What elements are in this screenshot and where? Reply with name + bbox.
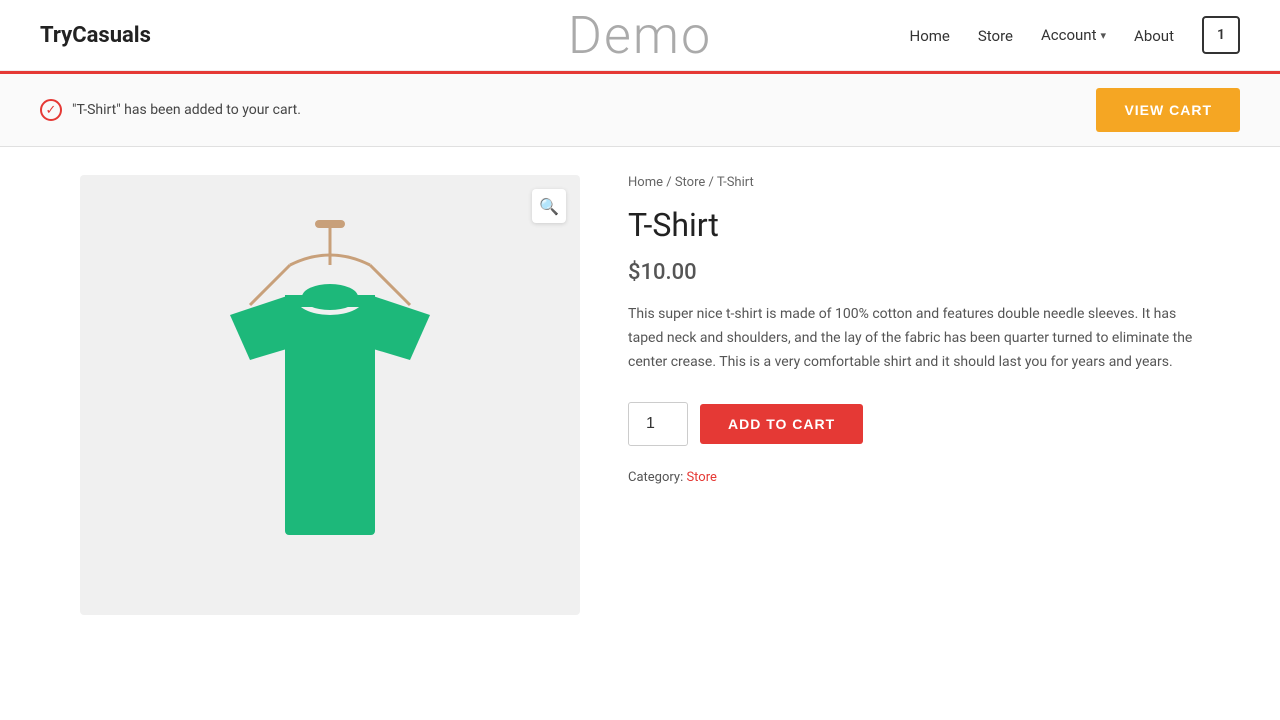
notice-text: "T-Shirt" has been added to your cart. (72, 102, 301, 118)
add-to-cart-row: ADD TO CART (628, 402, 1200, 446)
zoom-icon[interactable]: 🔍 (532, 189, 566, 223)
breadcrumb-home[interactable]: Home (628, 175, 663, 190)
nav-home[interactable]: Home (910, 27, 950, 45)
site-demo-title: Demo (568, 5, 712, 66)
product-details: Home / Store / T-Shirt T-Shirt $10.00 Th… (628, 175, 1200, 615)
product-category: Category: Store (628, 470, 1200, 485)
quantity-input[interactable] (628, 402, 688, 446)
nav-store[interactable]: Store (978, 27, 1013, 45)
main-content: 🔍 Home / Store (40, 155, 1240, 655)
category-label: Category: (628, 470, 683, 485)
nav-about[interactable]: About (1134, 27, 1174, 45)
breadcrumb-sep2: / (708, 175, 716, 190)
breadcrumb-store[interactable]: Store (675, 175, 705, 190)
site-header: TryCasuals Demo Home Store Account ▾ Abo… (0, 0, 1280, 71)
product-title: T-Shirt (628, 206, 1200, 244)
header-right: Home Store Account ▾ About 1 (910, 16, 1241, 54)
check-circle-icon: ✓ (40, 99, 62, 121)
product-image (180, 215, 480, 575)
cart-button[interactable]: 1 (1202, 16, 1240, 54)
product-price: $10.00 (628, 260, 1200, 285)
account-chevron-icon: ▾ (1101, 29, 1107, 42)
category-link[interactable]: Store (686, 470, 716, 485)
main-nav: Home Store Account ▾ About (910, 26, 1175, 45)
product-image-container: 🔍 (80, 175, 580, 615)
breadcrumb: Home / Store / T-Shirt (628, 175, 1200, 190)
cart-notice-bar: ✓ "T-Shirt" has been added to your cart.… (0, 71, 1280, 147)
nav-account[interactable]: Account ▾ (1041, 26, 1106, 44)
breadcrumb-sep1: / (666, 175, 675, 190)
notice-message-area: ✓ "T-Shirt" has been added to your cart. (40, 99, 301, 121)
breadcrumb-current: T-Shirt (717, 175, 754, 190)
site-logo[interactable]: TryCasuals (40, 23, 151, 48)
add-to-cart-button[interactable]: ADD TO CART (700, 404, 863, 444)
view-cart-button[interactable]: VIEW CART (1096, 88, 1240, 132)
product-description: This super nice t-shirt is made of 100% … (628, 303, 1200, 374)
